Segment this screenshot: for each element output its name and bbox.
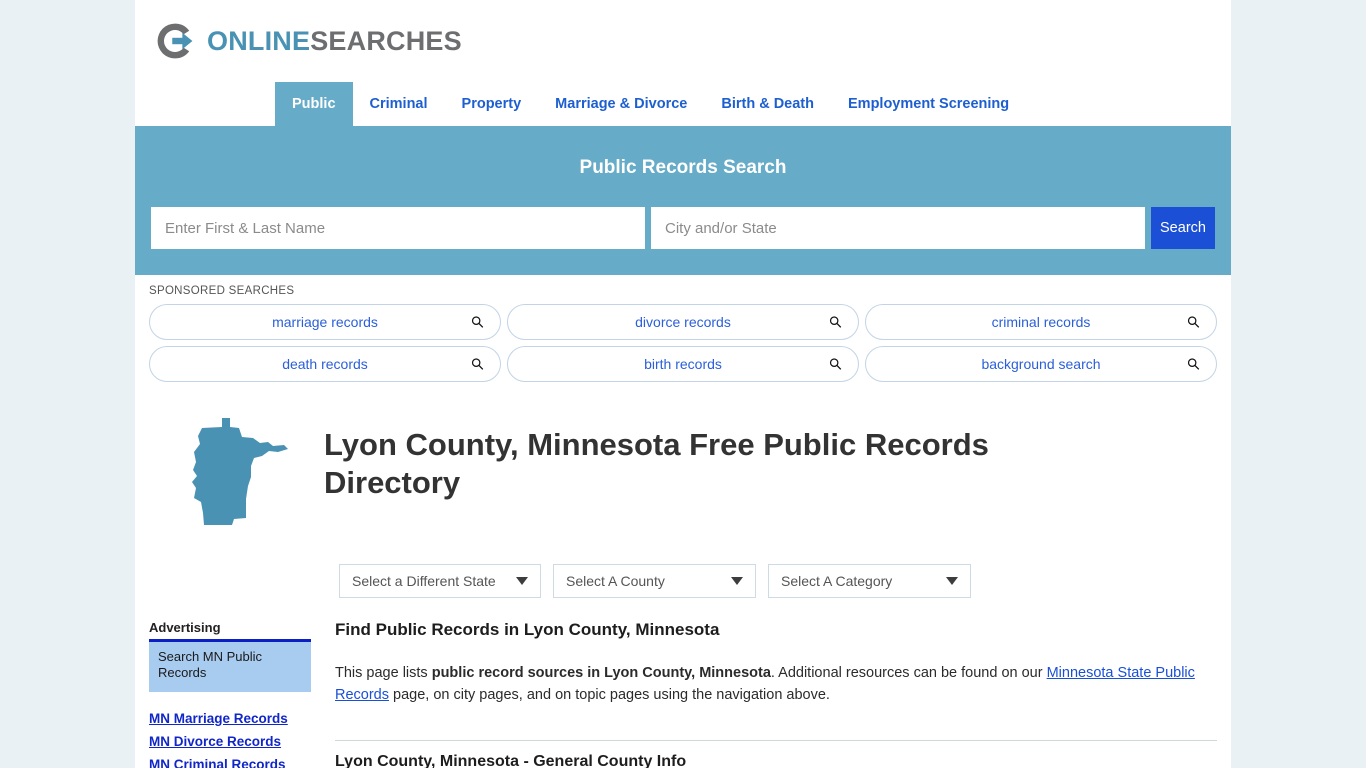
ad-search-mn-public-records[interactable]: Search MN Public Records xyxy=(149,642,311,692)
sponsored-pill-label: death records xyxy=(282,356,368,372)
search-name-input[interactable] xyxy=(151,207,645,249)
paragraph-text-after: page, on city pages, and on topic pages … xyxy=(389,687,830,704)
sponsored-pill-label: birth records xyxy=(644,356,722,372)
sidebar-item-mn-divorce-records[interactable]: MN Divorce Records xyxy=(149,730,311,753)
sponsored-pill-death-records[interactable]: death records xyxy=(149,346,501,382)
filter-dropdowns: Select a Different State Select A County… xyxy=(135,534,1231,598)
sponsored-pill-label: background search xyxy=(981,356,1101,372)
sidebar-item-mn-criminal-records[interactable]: MN Criminal Records xyxy=(149,753,311,768)
nav-tab-marriage-divorce[interactable]: Marriage & Divorce xyxy=(538,82,704,126)
logo-online-word: ONLINE xyxy=(207,25,311,56)
advertising-heading: Advertising xyxy=(149,620,311,642)
sponsored-searches-section: SPONSORED SEARCHES marriage records divo… xyxy=(135,275,1231,396)
select-category-dropdown[interactable]: Select A Category xyxy=(768,564,971,598)
chevron-down-icon xyxy=(731,577,743,585)
section-divider xyxy=(335,739,1217,741)
sponsored-pill-birth-records[interactable]: birth records xyxy=(507,346,859,382)
sidebar-item-mn-marriage-records[interactable]: MN Marriage Records xyxy=(149,707,311,730)
sponsored-searches-label: SPONSORED SEARCHES xyxy=(149,285,295,297)
search-icon xyxy=(829,358,842,371)
select-state-dropdown[interactable]: Select a Different State xyxy=(339,564,541,598)
main-heading: Find Public Records in Lyon County, Minn… xyxy=(335,620,720,639)
primary-navigation: Public Criminal Property Marriage & Divo… xyxy=(135,82,1231,126)
public-records-search-band: Public Records Search Search xyxy=(135,126,1231,275)
advertising-sidebar: Advertising Search MN Public Records MN … xyxy=(149,620,325,768)
sponsored-pill-label: marriage records xyxy=(272,314,378,330)
select-state-value: Select a Different State xyxy=(352,573,496,589)
select-county-dropdown[interactable]: Select A County xyxy=(553,564,756,598)
circle-arrow-logo-icon[interactable] xyxy=(153,19,197,63)
sponsored-pill-background-search[interactable]: background search xyxy=(865,346,1217,382)
nav-tab-employment-screening[interactable]: Employment Screening xyxy=(831,82,1026,126)
nav-tab-public[interactable]: Public xyxy=(275,82,353,126)
paragraph-text-middle: . Additional resources can be found on o… xyxy=(770,665,1047,681)
sponsored-pill-marriage-records[interactable]: marriage records xyxy=(149,304,501,340)
search-city-state-input[interactable] xyxy=(651,207,1145,249)
sponsored-row-2: death records birth records background s… xyxy=(149,346,1217,382)
intro-paragraph: This page lists public record sources in… xyxy=(335,662,1217,707)
site-header: ONLINESEARCHES xyxy=(135,0,1231,82)
search-icon xyxy=(1187,316,1200,329)
sponsored-pill-label: divorce records xyxy=(635,314,731,330)
select-county-value: Select A County xyxy=(566,573,665,589)
page-title: Lyon County, Minnesota Free Public Recor… xyxy=(324,427,989,501)
sidebar-link-list: MN Marriage Records MN Divorce Records M… xyxy=(149,707,311,768)
sponsored-pill-criminal-records[interactable]: criminal records xyxy=(865,304,1217,340)
search-submit-button[interactable]: Search xyxy=(1151,207,1215,249)
chevron-down-icon xyxy=(516,577,528,585)
select-category-value: Select A Category xyxy=(781,573,893,589)
nav-tab-property[interactable]: Property xyxy=(445,82,539,126)
search-icon xyxy=(471,316,484,329)
sponsored-pill-label: criminal records xyxy=(991,314,1091,330)
logo-searches-word: SEARCHES xyxy=(310,25,462,56)
search-form: Search xyxy=(151,207,1215,249)
content-columns: Advertising Search MN Public Records MN … xyxy=(135,598,1231,768)
search-band-heading: Public Records Search xyxy=(579,157,787,178)
search-icon xyxy=(1187,358,1200,371)
nav-tab-criminal[interactable]: Criminal xyxy=(353,82,445,126)
minnesota-state-map-icon xyxy=(149,408,324,534)
search-icon xyxy=(471,358,484,371)
site-content-container: ONLINESEARCHES Public Criminal Property … xyxy=(135,0,1231,768)
main-content: Find Public Records in Lyon County, Minn… xyxy=(325,620,1217,768)
general-county-info-heading: Lyon County, Minnesota - General County … xyxy=(335,752,687,768)
sponsored-pill-divorce-records[interactable]: divorce records xyxy=(507,304,859,340)
sponsored-row-1: marriage records divorce records crimina… xyxy=(149,304,1217,340)
paragraph-bold-phrase: public record sources in Lyon County, Mi… xyxy=(431,665,771,681)
chevron-down-icon xyxy=(946,577,958,585)
paragraph-text-before: This page lists xyxy=(335,665,432,681)
nav-tab-birth-death[interactable]: Birth & Death xyxy=(704,82,831,126)
page-root: ONLINESEARCHES Public Criminal Property … xyxy=(0,0,1366,768)
search-icon xyxy=(829,316,842,329)
site-logo-text[interactable]: ONLINESEARCHES xyxy=(207,26,462,57)
page-title-block: Lyon County, Minnesota Free Public Recor… xyxy=(135,396,1231,534)
